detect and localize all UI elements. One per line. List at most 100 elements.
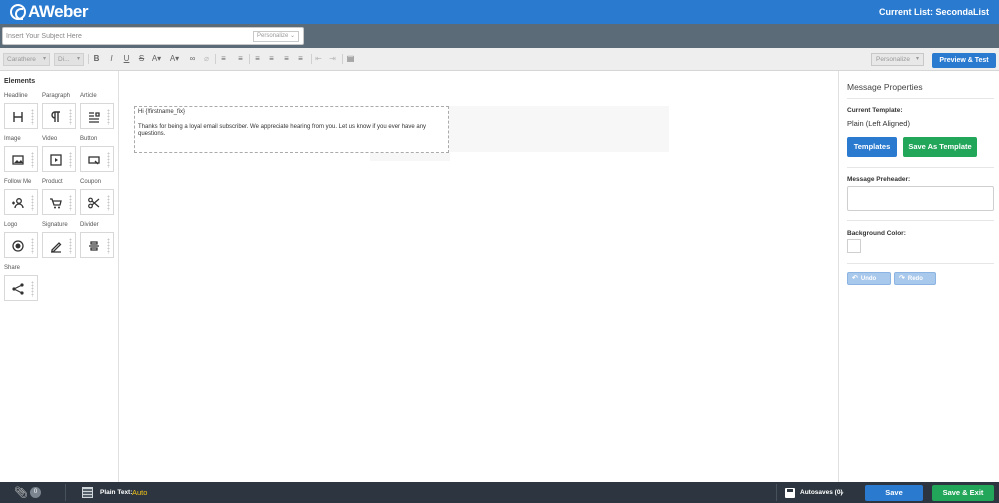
align-justify-button[interactable]: ≡ [295,53,306,65]
element-tile-product[interactable] [42,189,76,215]
element-label: Signature [42,222,68,228]
chevron-down-icon: ⌄ [289,33,295,39]
plain-text-label: Plain Text: [100,489,133,496]
current-template-label: Current Template: [847,107,903,114]
paperclip-icon[interactable]: 📎︎ [14,486,28,499]
logo-icon [12,240,24,252]
drag-handle-icon [107,195,110,211]
element-tile-image[interactable] [4,146,38,172]
plain-text-icon[interactable] [82,487,93,498]
toolbar-separator [311,54,312,64]
chevron-down-icon: ▾ [76,56,80,62]
element-tile-follow-me[interactable] [4,189,38,215]
align-left-button[interactable]: ≡ [252,53,263,65]
element-tile-article[interactable] [80,103,114,129]
current-list[interactable]: Current List: SecondaList [879,7,989,17]
element-tile-divider[interactable] [80,232,114,258]
paragraph-icon [51,111,60,122]
drag-handle-icon [69,238,72,254]
element-tile-button[interactable] [80,146,114,172]
message-text-block[interactable]: Hi {!firstname_fix} Thanks for being a l… [134,106,449,153]
underline-button[interactable]: U [121,53,132,65]
chevron-down-icon: ▾ [915,56,919,62]
preheader-input[interactable] [847,186,994,211]
bold-button[interactable]: B [91,53,102,65]
element-tile-coupon[interactable] [80,189,114,215]
drag-handle-icon [31,109,34,125]
highlight-color-button[interactable]: A▾ [169,53,180,65]
element-tile-paragraph[interactable] [42,103,76,129]
chevron-down-icon: ▾ [42,56,46,62]
chevron-down-icon[interactable]: ⌄ [839,488,845,496]
preheader-label: Message Preheader: [847,176,911,183]
element-label: Coupon [80,179,102,185]
toolbar-personalize-dropdown[interactable]: Personalize ▾ [871,53,924,66]
unlink-button[interactable]: ⌀ [201,53,212,65]
font-size-value: Di... [58,56,70,63]
align-right-button[interactable]: ≡ [281,53,292,65]
aweber-logo[interactable]: AWeber [10,2,89,22]
subject-personalize-dropdown[interactable]: Personalize ⌄ [253,31,299,42]
drag-handle-icon [31,281,34,297]
numbered-list-button[interactable]: ≡ [218,53,229,65]
element-tile-signature[interactable] [42,232,76,258]
current-template-value: Plain (Left Aligned) [847,119,910,128]
toolbar-separator [215,54,216,64]
drag-handle-icon [31,152,34,168]
divider-icon [89,241,99,251]
font-size-select[interactable]: Di... ▾ [54,53,84,66]
bulleted-list-button[interactable]: ≡ [235,53,246,65]
subject-personalize-label: Personalize [257,33,289,39]
save-exit-button[interactable]: Save & Exit [932,485,994,501]
subject-field: Personalize ⌄ [2,27,304,45]
autosaves-dropdown[interactable]: Autosaves (0) [800,489,843,496]
toolbar-separator [342,54,343,64]
headline-icon [13,112,23,122]
image-icon [12,155,24,165]
undo-label: Undo [860,276,877,282]
link-button[interactable]: ∞ [187,53,198,65]
top-bar: AWeber Current List: SecondaList [0,0,999,24]
element-tile-share[interactable] [4,275,38,301]
element-tile-headline[interactable] [4,103,38,129]
font-family-select[interactable]: Carathere ▾ [3,53,50,66]
preview-test-button[interactable]: Preview & Test [932,53,996,68]
signature-icon [51,242,62,253]
element-label: Button [80,136,98,142]
drag-handle-icon [31,238,34,254]
divider [847,263,994,264]
brand-name: AWeber [28,2,89,21]
drag-handle-icon [107,238,110,254]
subject-input[interactable] [6,30,246,43]
share-icon [12,283,24,295]
italic-button[interactable]: I [106,53,117,65]
product-icon [50,198,62,209]
source-button[interactable]: ▤ [345,53,356,65]
outdent-button[interactable]: ⇤ [313,53,324,65]
element-label: Article [80,93,97,99]
drag-handle-icon [69,152,72,168]
drag-handle-icon [107,152,110,168]
redo-button[interactable]: ↷ Redo [894,272,936,285]
element-label: Divider [80,222,99,228]
save-button[interactable]: Save [865,485,923,501]
divider [847,98,994,99]
element-tile-logo[interactable] [4,232,38,258]
plain-text-value[interactable]: Auto [132,488,147,497]
follow-me-icon [12,198,24,209]
undo-button[interactable]: ↶ Undo [847,272,891,285]
drag-handle-icon [69,195,72,211]
element-label: Video [42,136,58,142]
font-family-value: Carathere [7,56,36,63]
background-color-swatch[interactable] [847,239,861,253]
save-as-template-button[interactable]: Save As Template [903,137,977,157]
font-color-button[interactable]: A▾ [151,53,162,65]
redo-icon: ↷ [899,275,905,282]
element-tile-video[interactable] [42,146,76,172]
templates-button[interactable]: Templates [847,137,897,157]
subject-bar: Personalize ⌄ [0,24,999,48]
email-canvas[interactable]: Hi {!firstname_fix} Thanks for being a l… [120,71,838,482]
strikethrough-button[interactable]: S [136,53,147,65]
indent-button[interactable]: ⇥ [327,53,338,65]
align-center-button[interactable]: ≡ [266,53,277,65]
